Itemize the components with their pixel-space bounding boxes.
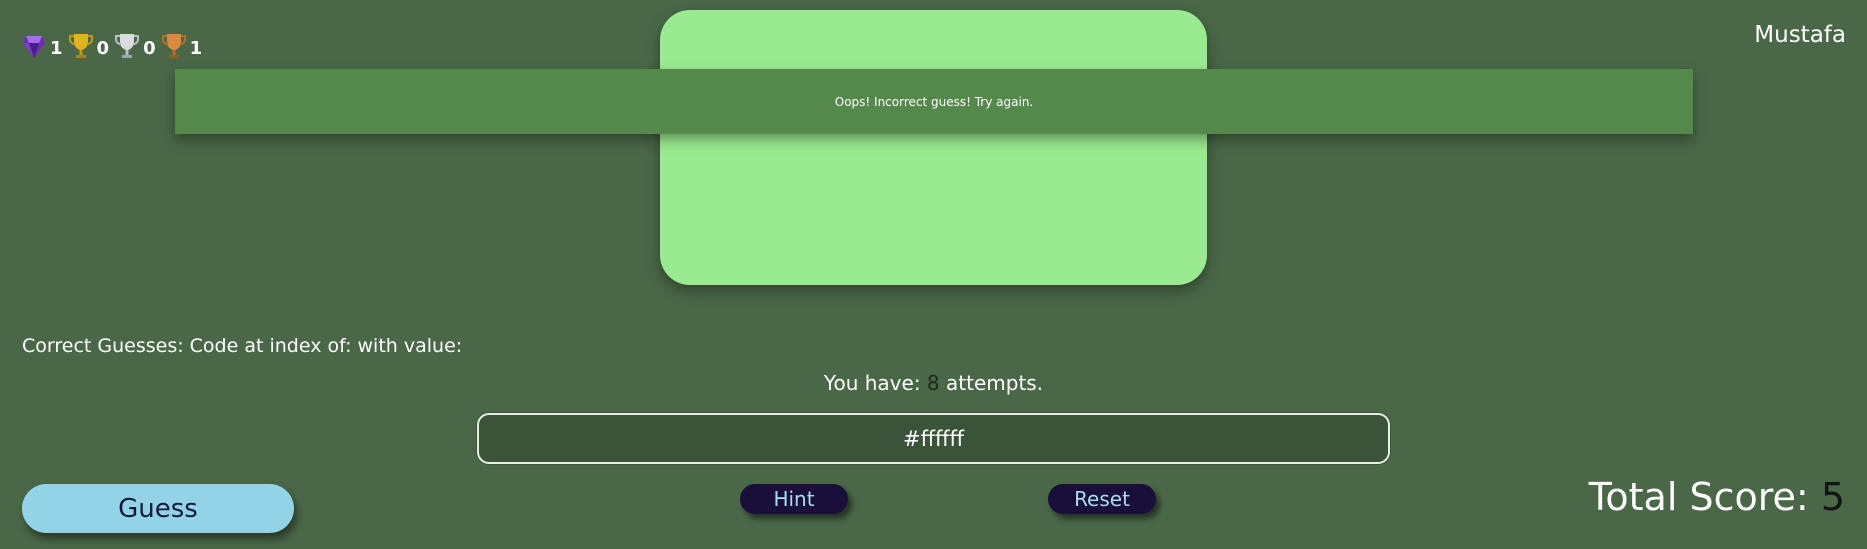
attempts-count: 8 bbox=[926, 371, 940, 395]
code-value-label: with value: bbox=[357, 335, 463, 357]
feedback-banner: Oops! Incorrect guess! Try again. bbox=[175, 69, 1693, 134]
total-score: Total Score: 5 bbox=[1589, 475, 1845, 519]
attempts-text: You have: 8 attempts. bbox=[0, 371, 1867, 395]
stats-bar: 1 0 0 1 bbox=[22, 24, 202, 60]
username: Mustafa bbox=[1754, 22, 1846, 48]
attempts-prefix: You have: bbox=[823, 371, 921, 395]
hex-guess-input[interactable] bbox=[477, 413, 1390, 464]
gold-count: 0 bbox=[96, 38, 110, 59]
gold-trophy-stat: 0 bbox=[68, 32, 110, 60]
gold-trophy-icon bbox=[68, 32, 93, 60]
silver-count: 0 bbox=[143, 38, 156, 59]
reset-button[interactable]: Reset bbox=[1048, 484, 1156, 514]
total-score-value: 5 bbox=[1820, 475, 1845, 519]
correct-guesses-line: Correct Guesses: Code at index of: with … bbox=[22, 335, 462, 357]
color-swatch bbox=[660, 10, 1207, 285]
attempts-suffix: attempts. bbox=[946, 371, 1044, 395]
gem-count: 1 bbox=[50, 38, 63, 59]
correct-guesses-label: Correct Guesses: bbox=[22, 335, 184, 357]
guess-button[interactable]: Guess bbox=[22, 484, 294, 533]
silver-trophy-stat: 0 bbox=[115, 32, 156, 60]
code-index-label: Code at index of: bbox=[189, 335, 352, 357]
bronze-trophy-icon bbox=[161, 32, 186, 60]
feedback-message: Oops! Incorrect guess! Try again. bbox=[834, 94, 1034, 109]
bronze-count: 1 bbox=[189, 38, 203, 59]
gem-icon bbox=[22, 32, 46, 60]
hint-button[interactable]: Hint bbox=[740, 484, 848, 514]
silver-trophy-icon bbox=[115, 32, 140, 60]
total-score-label: Total Score: bbox=[1588, 475, 1809, 519]
bronze-trophy-stat: 1 bbox=[161, 32, 203, 60]
gem-stat: 1 bbox=[22, 32, 63, 60]
